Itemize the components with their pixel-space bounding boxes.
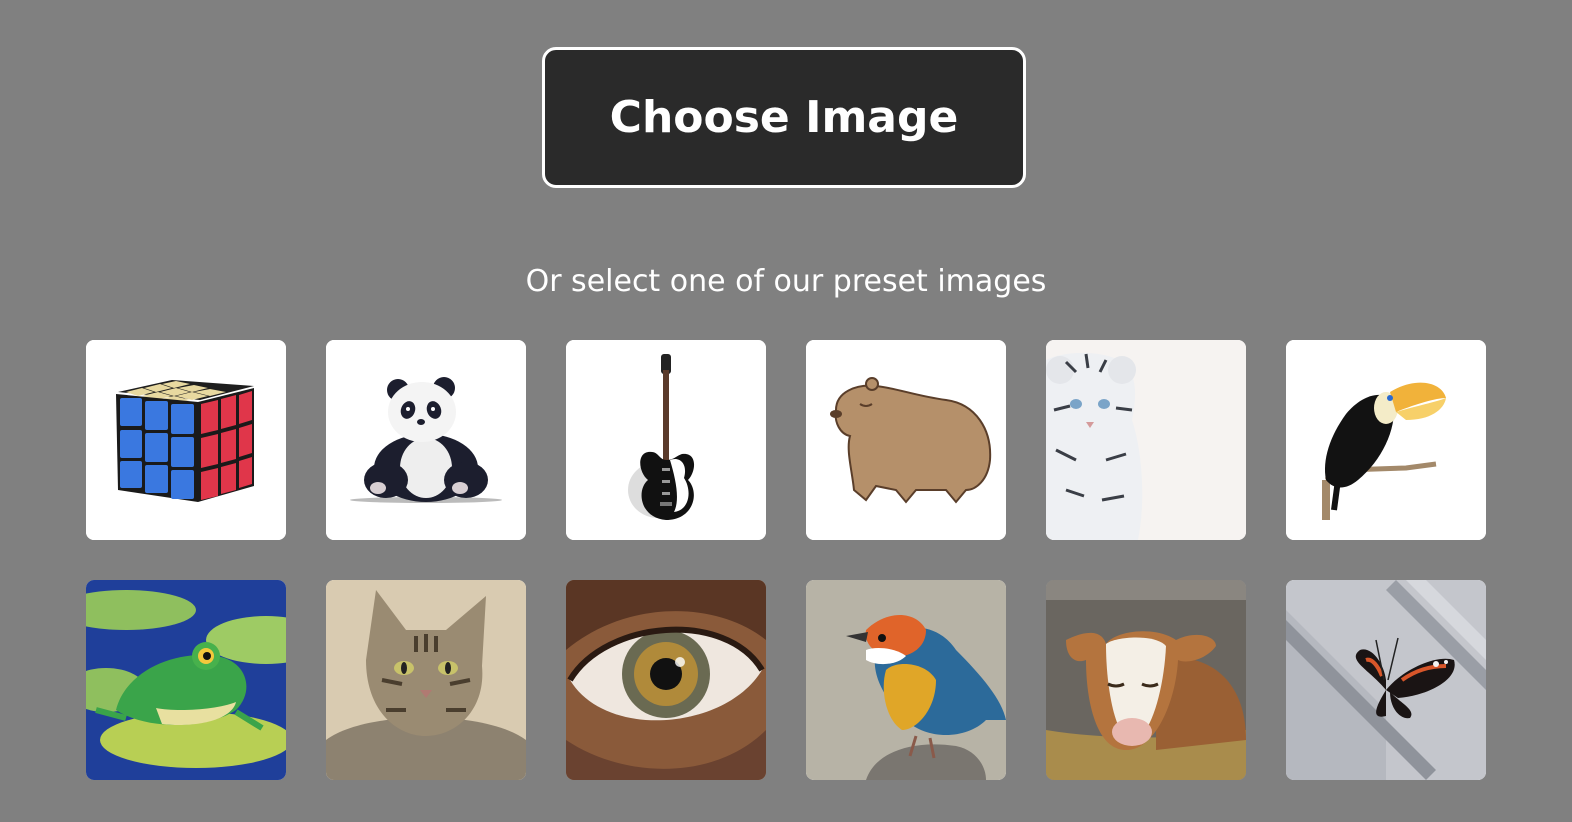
preset-subtitle: Or select one of our preset images [525,264,1047,299]
preset-image-electric-guitar[interactable] [566,340,766,540]
preset-image-calf[interactable] [1046,580,1246,780]
colorful-bird-image [806,580,1006,780]
preset-image-panda[interactable] [326,340,526,540]
page: Choose Image Or select one of our preset… [0,0,1572,822]
preset-image-capybara[interactable] [806,340,1006,540]
rubiks-cube-image [86,340,286,540]
choose-image-button[interactable]: Choose Image [542,47,1026,188]
calf-image [1046,580,1246,780]
preset-image-tabby-cat[interactable] [326,580,526,780]
preset-image-rubiks-cube[interactable] [86,340,286,540]
frog-image [86,580,286,780]
panda-image [326,340,526,540]
capybara-image [806,340,1006,540]
preset-image-butterfly[interactable] [1286,580,1486,780]
toucan-image [1286,340,1486,540]
preset-image-toucan[interactable] [1286,340,1486,540]
tabby-cat-image [326,580,526,780]
preset-image-frog[interactable] [86,580,286,780]
preset-image-eye[interactable] [566,580,766,780]
electric-guitar-image [566,340,766,540]
preset-image-colorful-bird[interactable] [806,580,1006,780]
eye-image [566,580,766,780]
preset-image-grid [86,340,1486,780]
white-tiger-cub-image [1046,340,1246,540]
butterfly-image [1286,580,1486,780]
preset-image-white-tiger-cub[interactable] [1046,340,1246,540]
